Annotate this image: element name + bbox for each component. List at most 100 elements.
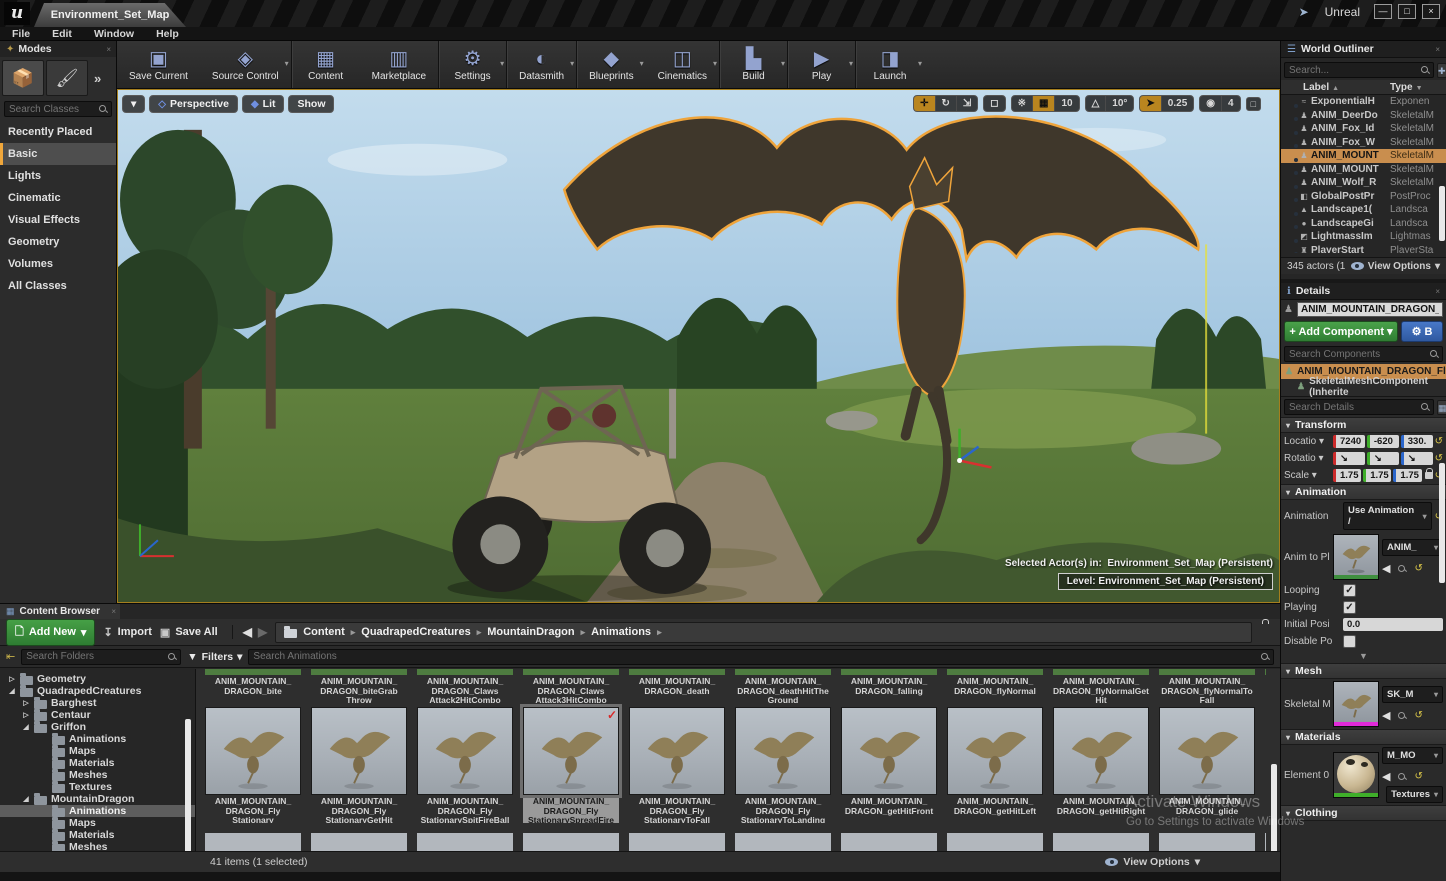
search-classes-input[interactable] bbox=[9, 104, 99, 115]
toolbar-button[interactable]: ▣ Save Current bbox=[117, 41, 200, 88]
outliner-row[interactable]: ♜ PlayerStart PlayerSta bbox=[1281, 244, 1446, 254]
place-mode-button[interactable]: 📦 bbox=[2, 60, 44, 96]
outliner-row[interactable]: ♟ ANIM_Fox_W SkeletalM bbox=[1281, 136, 1446, 150]
grid-snap-value[interactable]: 10 bbox=[1055, 96, 1078, 111]
asset-tile[interactable]: ANIM_MOUNTAIN_ DRAGON_Claws Attack2HitCo… bbox=[417, 677, 513, 705]
tree-expand-icon[interactable]: ◢ bbox=[8, 687, 16, 695]
playing-checkbox[interactable]: ✓ bbox=[1343, 601, 1356, 614]
animation-section-header[interactable]: ▾Animation bbox=[1281, 484, 1446, 500]
toolbar-button[interactable]: ◐ Datasmith ▾ bbox=[507, 41, 577, 88]
component-row[interactable]: ♟ SkeletalMeshComponent (Inherite bbox=[1281, 379, 1446, 394]
tree-expand-icon[interactable]: ◢ bbox=[22, 795, 30, 803]
folder-tree-item[interactable]: Textures bbox=[0, 781, 195, 793]
outliner-row[interactable]: ◧ GlobalPostPr PostProc bbox=[1281, 190, 1446, 204]
mode-category-item[interactable]: Cinematic bbox=[0, 187, 116, 209]
viewport-options-button[interactable]: ▾ bbox=[122, 95, 145, 113]
expand-advanced-icon[interactable]: ▼ bbox=[1281, 650, 1446, 663]
toolbar-button[interactable]: ▥ Marketplace bbox=[360, 41, 439, 88]
lock-icon[interactable] bbox=[1260, 623, 1274, 641]
asset-tile[interactable]: ANIM_MOUNTAIN_ DRAGON_flyNormalGet Hit bbox=[1053, 677, 1149, 705]
search-assets-input[interactable] bbox=[253, 651, 1261, 662]
folder-tree-item[interactable]: ◢ QuadrapedCreatures bbox=[0, 685, 195, 697]
rotation-label[interactable]: Rotatio ▾ bbox=[1284, 453, 1330, 464]
mode-category-item[interactable]: All Classes bbox=[0, 275, 116, 297]
outliner-filter-add-icon[interactable]: ✚ bbox=[1437, 63, 1446, 78]
outliner-row[interactable]: ♟ ANIM_MOUNT SkeletalM bbox=[1281, 163, 1446, 177]
transform-section-header[interactable]: ▾Transform bbox=[1281, 417, 1446, 433]
cb-view-options-button[interactable]: View Options ▾ bbox=[1105, 856, 1200, 868]
rotation-snap-value[interactable]: 10° bbox=[1106, 96, 1133, 111]
location-label[interactable]: Locatio ▾ bbox=[1284, 436, 1330, 447]
menu-item[interactable]: Window bbox=[94, 28, 134, 40]
rotate-tool-button[interactable]: ↻ bbox=[936, 96, 957, 111]
asset-tile[interactable]: ✓ ANIM_MOUNTAIN_ DRAGON_Fly StationaryTo… bbox=[629, 707, 725, 823]
rotation-z-field[interactable]: ↘ bbox=[1401, 452, 1433, 465]
perspective-button[interactable]: ◇ Perspective bbox=[149, 95, 238, 113]
level-tab[interactable]: Environment_Set_Map bbox=[34, 3, 186, 27]
camera-speed-icon[interactable]: ◉ bbox=[1200, 96, 1222, 111]
folder-tree-item[interactable]: Materials bbox=[0, 757, 195, 769]
asset-tile[interactable]: ANIM_MOUNTAIN_ DRAGON_deathHitThe Ground bbox=[735, 677, 831, 705]
toolbar-button[interactable]: ▙ Build ▾ bbox=[720, 41, 788, 88]
details-scrollbar[interactable] bbox=[1439, 463, 1445, 583]
close-icon[interactable]: × bbox=[1435, 45, 1440, 54]
anim-asset-dropdown[interactable]: ANIM_▾ bbox=[1382, 539, 1443, 556]
use-selected-asset-icon[interactable]: ◀ bbox=[1382, 562, 1390, 575]
outliner-row[interactable]: ♟ ANIM_Fox_Id SkeletalM bbox=[1281, 122, 1446, 136]
folder-tree-item[interactable]: Meshes bbox=[0, 769, 195, 781]
toolbar-button[interactable]: ▶ Play ▾ bbox=[788, 41, 856, 88]
tree-expand-icon[interactable]: ▷ bbox=[22, 711, 30, 719]
breadcrumb-item[interactable]: MountainDragon▸ bbox=[487, 626, 585, 638]
more-modes-icon[interactable]: » bbox=[94, 71, 101, 86]
add-component-button[interactable]: + Add Component ▾ bbox=[1284, 321, 1398, 342]
scale-lock-icon[interactable] bbox=[1425, 472, 1433, 479]
back-nav-arrow[interactable]: ◀ bbox=[243, 625, 252, 639]
surface-snap-button[interactable]: ※ bbox=[1012, 96, 1033, 111]
scale-snap-button[interactable]: ➤ bbox=[1140, 96, 1161, 111]
close-button[interactable]: × bbox=[1422, 4, 1440, 19]
folder-tree-item[interactable]: Animations bbox=[0, 733, 195, 745]
mode-category-item[interactable]: Volumes bbox=[0, 253, 116, 275]
textures-dropdown[interactable]: Textures▾ bbox=[1386, 786, 1443, 803]
use-selected-asset-icon[interactable]: ◀ bbox=[1382, 709, 1390, 722]
close-icon[interactable]: × bbox=[1435, 287, 1440, 296]
skeletal-mesh-thumbnail[interactable] bbox=[1333, 681, 1379, 727]
asset-tile[interactable]: ANIM_MOUNTAIN_ DRAGON_death bbox=[629, 677, 725, 705]
tree-expand-icon[interactable]: ▷ bbox=[8, 675, 16, 683]
mode-category-item[interactable]: Visual Effects bbox=[0, 209, 116, 231]
outliner-row[interactable]: ♟ ANIM_MOUNT SkeletalM bbox=[1281, 149, 1446, 163]
reset-mesh-icon[interactable]: ↺ bbox=[1414, 710, 1422, 721]
property-matrix-icon[interactable]: ▦ bbox=[1437, 400, 1446, 415]
asset-tile[interactable]: ✓ ANIM_MOUNTAIN_ DRAGON_getHitFront bbox=[841, 707, 937, 823]
grid-snap-button[interactable]: ▦ bbox=[1033, 96, 1055, 111]
location-z-field[interactable]: 330. bbox=[1401, 435, 1433, 448]
search-components-input[interactable] bbox=[1289, 349, 1430, 360]
browse-asset-icon[interactable] bbox=[1398, 565, 1406, 573]
search-details-input[interactable] bbox=[1289, 402, 1421, 413]
rotation-y-field[interactable]: ↘ bbox=[1367, 452, 1399, 465]
material-dropdown[interactable]: M_MO▾ bbox=[1382, 747, 1443, 764]
scale-y-field[interactable]: 1.75 bbox=[1363, 469, 1391, 482]
rotation-x-field[interactable]: ↘ bbox=[1333, 452, 1365, 465]
asset-tile[interactable]: ANIM_MOUNTAIN_ DRAGON_flyNormal bbox=[947, 677, 1043, 705]
import-button[interactable]: ↧ Import bbox=[103, 626, 151, 639]
scale-label[interactable]: Scale ▾ bbox=[1284, 470, 1330, 481]
asset-tile[interactable]: ✓ ANIM_MOUNTAIN_ DRAGON_glide bbox=[1159, 707, 1255, 823]
asset-tile[interactable]: ✓ ANIM_MOUNTAIN_ DRAGON_getHitLeft bbox=[947, 707, 1043, 823]
folder-tree-item[interactable]: ◢ MountainDragon bbox=[0, 793, 195, 805]
skeletal-mesh-dropdown[interactable]: SK_M▾ bbox=[1382, 686, 1443, 703]
actor-name-field[interactable] bbox=[1297, 302, 1443, 317]
tree-scrollbar[interactable] bbox=[185, 719, 191, 851]
viewport[interactable]: ▾ ◇ Perspective ◆ Lit Show ✛ ↻ ⇲ ◻ ※ ▦ 1… bbox=[117, 89, 1280, 603]
outliner-row[interactable]: ● LandscapeGi Landsca bbox=[1281, 217, 1446, 231]
scale-x-field[interactable]: 1.75 bbox=[1333, 469, 1361, 482]
location-y-field[interactable]: -620 bbox=[1367, 435, 1399, 448]
outliner-scrollbar[interactable] bbox=[1439, 186, 1445, 241]
asset-tile[interactable]: ANIM_MOUNTAIN_ DRAGON_falling bbox=[841, 677, 937, 705]
lit-button[interactable]: ◆ Lit bbox=[242, 95, 285, 113]
chevron-down-icon[interactable]: ▾ bbox=[781, 59, 785, 68]
toolbar-button[interactable]: ◈ Source Control ▾ bbox=[200, 41, 292, 88]
outliner-row[interactable]: ♟ ANIM_Wolf_R SkeletalM bbox=[1281, 176, 1446, 190]
asset-tile[interactable]: ✓ ANIM_MOUNTAIN_ DRAGON_Fly StationaryGe… bbox=[311, 707, 407, 823]
material-thumbnail[interactable] bbox=[1333, 752, 1379, 798]
